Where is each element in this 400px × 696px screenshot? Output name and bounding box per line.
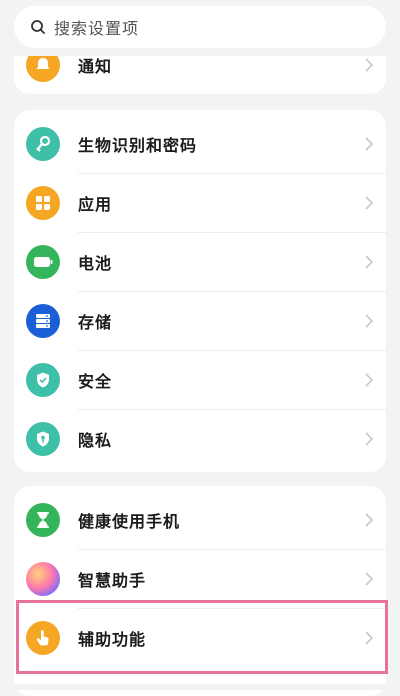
- chevron-right-icon: [365, 195, 374, 210]
- settings-item-battery[interactable]: 电池: [14, 232, 386, 291]
- privacy-icon: [26, 421, 60, 456]
- apps-grid-icon: [26, 185, 60, 220]
- settings-item-storage[interactable]: 存储: [14, 291, 386, 350]
- chevron-right-icon: [365, 254, 374, 269]
- page-bottom-edge: [0, 684, 400, 690]
- search-placeholder: 搜索设置项: [54, 19, 140, 38]
- settings-group-security: 生物识别和密码 应用 电池 存储 安全 隐私: [14, 110, 386, 472]
- shield-icon: [26, 362, 60, 397]
- settings-item-label: 隐私: [78, 430, 113, 450]
- chevron-right-icon: [365, 431, 374, 446]
- bell-icon: [26, 56, 60, 82]
- settings-item-security[interactable]: 安全: [14, 350, 386, 409]
- chevron-right-icon: [365, 512, 374, 527]
- settings-item-notifications[interactable]: 通知: [14, 56, 386, 94]
- chevron-right-icon: [365, 313, 374, 328]
- settings-item-label: 电池: [78, 253, 113, 273]
- hourglass-icon: [26, 502, 60, 537]
- settings-item-label: 安全: [78, 371, 113, 391]
- chevron-right-icon: [365, 57, 374, 72]
- chevron-right-icon: [365, 136, 374, 151]
- highlight-box: [16, 600, 388, 674]
- search-bar[interactable]: 搜索设置项: [14, 6, 386, 48]
- settings-item-label: 智慧助手: [78, 570, 147, 590]
- key-icon: [26, 126, 60, 161]
- settings-group-notifications: 通知: [14, 56, 386, 94]
- search-icon: [31, 20, 45, 34]
- settings-item-label: 应用: [78, 194, 113, 214]
- battery-icon: [26, 244, 60, 279]
- settings-item-privacy[interactable]: 隐私: [14, 409, 386, 468]
- settings-item-label: 生物识别和密码: [78, 135, 198, 155]
- settings-item-label: 通知: [78, 56, 113, 76]
- settings-item-label: 存储: [78, 312, 113, 332]
- assistant-icon: [26, 561, 60, 596]
- settings-item-apps[interactable]: 应用: [14, 173, 386, 232]
- settings-item-digital-balance[interactable]: 健康使用手机: [14, 490, 386, 549]
- chevron-right-icon: [365, 571, 374, 586]
- chevron-right-icon: [365, 372, 374, 387]
- settings-item-biometrics[interactable]: 生物识别和密码: [14, 114, 386, 173]
- storage-icon: [26, 303, 60, 338]
- settings-item-label: 健康使用手机: [78, 511, 181, 531]
